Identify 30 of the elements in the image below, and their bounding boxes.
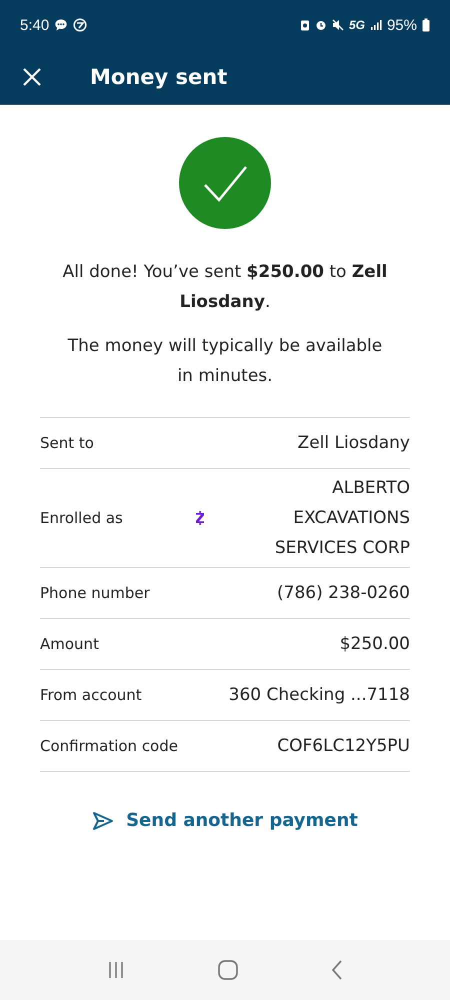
detail-label: Phone number <box>40 584 151 602</box>
detail-value: 360 Checking ...7118 <box>228 684 410 707</box>
screen-title: Money sent <box>90 65 228 89</box>
network-type: 5G <box>348 18 365 32</box>
battery-icon <box>422 18 430 32</box>
zelle-logo-icon <box>195 511 205 525</box>
detail-label: Confirmation code <box>40 737 179 755</box>
success-check-icon <box>179 137 271 229</box>
detail-label: Sent to <box>40 434 95 452</box>
back-icon[interactable] <box>330 959 344 981</box>
battery-percent: 95% <box>386 16 417 34</box>
detail-value: Zell Liosdany <box>296 432 410 455</box>
send-another-payment-link[interactable]: Send another payment <box>92 810 358 831</box>
send-arrow-icon <box>92 810 114 830</box>
mute-icon <box>332 19 344 31</box>
chat-bubble-icon <box>54 18 68 32</box>
confirmation-message: All done! You’ve sent $250.00 to Zell Liosdany. <box>62 261 388 314</box>
battery-saver-icon <box>300 19 310 31</box>
availability-note: The money will typically be available in minutes. <box>66 335 384 388</box>
detail-value: $250.00 <box>338 633 410 656</box>
detail-label: Enrolled as <box>40 509 124 527</box>
status-time: 5:40 <box>20 16 50 34</box>
detail-label: Amount <box>40 635 100 653</box>
detail-value: COF6LC12Y5PU <box>276 735 410 758</box>
detail-value: (786) 238-0260 <box>276 582 410 605</box>
detail-label: From account <box>40 686 143 704</box>
home-icon[interactable] <box>216 959 239 981</box>
alarm-icon <box>314 19 327 31</box>
detail-value: ALBERTO EXCAVATIONS SERVICES CORP <box>274 477 410 560</box>
signal-icon <box>370 19 382 31</box>
